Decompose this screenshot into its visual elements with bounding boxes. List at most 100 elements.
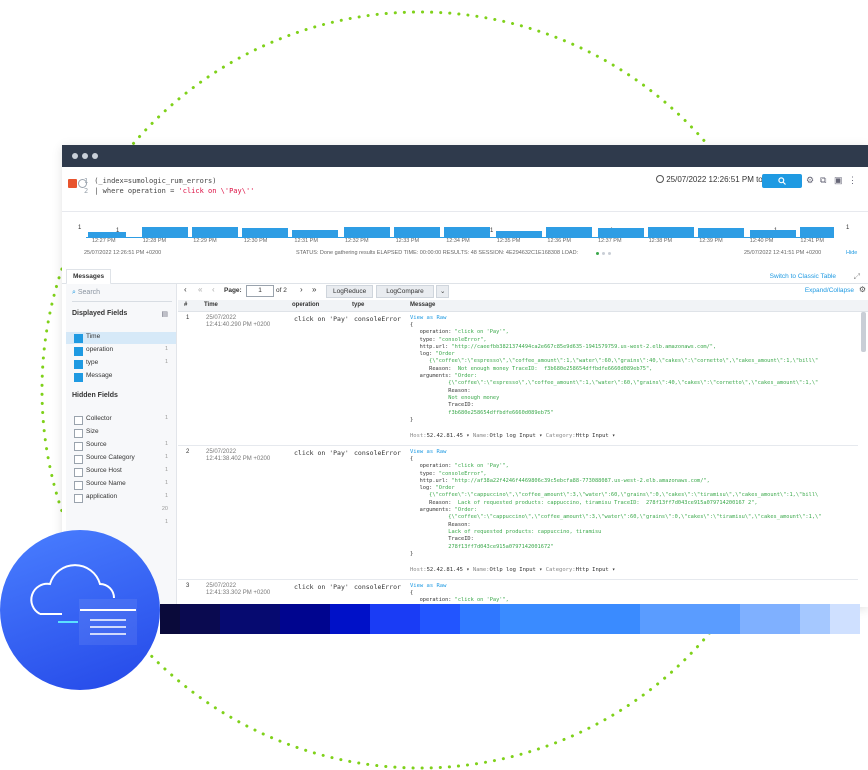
window-dot[interactable] [82, 153, 88, 159]
switch-classic-table-link[interactable]: Switch to Classic Table [770, 273, 836, 280]
row-type[interactable]: consoleError [354, 315, 401, 323]
next-page-icon[interactable]: › [300, 285, 303, 294]
gear-icon[interactable]: ⚙ [806, 176, 815, 185]
field-checkbox[interactable] [74, 373, 83, 382]
histogram-bar[interactable] [394, 227, 440, 237]
histogram-bar[interactable] [242, 228, 288, 237]
chevron-down-icon[interactable]: ⌄ [436, 285, 450, 298]
field-item[interactable]: Message [66, 371, 176, 383]
share-icon[interactable]: ⧉ [820, 176, 829, 185]
header-num[interactable]: # [184, 302, 187, 308]
field-checkbox[interactable] [74, 347, 83, 356]
field-label: Source Category [86, 454, 135, 461]
field-item[interactable]: Time [66, 332, 176, 344]
row-operation[interactable]: click on 'Pay' [294, 315, 349, 323]
header-type[interactable]: type [352, 302, 364, 308]
hide-histogram-link[interactable]: Hide [846, 250, 857, 256]
message-meta[interactable]: Host:52.42.81.45 ▾ Name:Otlp log Input ▾… [410, 433, 615, 439]
prev-page-icon[interactable]: ‹ [212, 285, 215, 294]
last-page-icon[interactable]: » [312, 285, 316, 294]
field-item[interactable]: type 1 [66, 358, 176, 370]
field-checkbox[interactable] [74, 468, 83, 477]
tab-bar: Messages Switch to Classic Table ⤢ [62, 269, 868, 285]
histogram-bar[interactable] [292, 230, 338, 237]
field-item[interactable]: Source 1 [66, 440, 176, 452]
field-item[interactable]: 20 [66, 505, 176, 517]
histogram-bar[interactable] [496, 231, 542, 237]
histogram-bar[interactable] [88, 232, 126, 237]
field-item[interactable]: Size [66, 427, 176, 439]
histogram-bar[interactable] [750, 230, 796, 237]
histogram-tick-label: 12:27 PM [92, 238, 116, 244]
more-icon[interactable]: ⋮ [848, 176, 857, 185]
gear-icon[interactable]: ⚙ [859, 285, 866, 294]
row-operation[interactable]: click on 'Pay' [294, 583, 349, 591]
histogram-bar[interactable] [192, 227, 238, 237]
row-type[interactable]: consoleError [354, 583, 401, 591]
search-button[interactable] [762, 174, 802, 188]
displayed-fields-title: Displayed Fields [72, 310, 128, 317]
histogram-bar[interactable] [344, 227, 390, 237]
expand-icon[interactable]: ⤢ [854, 272, 860, 282]
field-item[interactable]: Source Host 1 [66, 466, 176, 478]
time-range[interactable]: 25/07/2022 12:26:51 PM to ... [656, 175, 772, 184]
field-item[interactable]: application 1 [66, 492, 176, 504]
field-checkbox[interactable] [74, 494, 83, 503]
row-type[interactable]: consoleError [354, 449, 401, 457]
histogram-bar[interactable] [698, 228, 744, 237]
expand-collapse-link[interactable]: Expand/Collapse [805, 287, 854, 294]
window-dot[interactable] [92, 153, 98, 159]
table-row[interactable]: 3 25/07/2022 12:41:33.302 PM +0200 click on… [178, 580, 858, 607]
field-item[interactable]: Collector 1 [66, 414, 176, 426]
field-checkbox[interactable] [74, 360, 83, 369]
header-time[interactable]: Time [204, 302, 218, 308]
prev-icon[interactable]: ‹ [184, 285, 187, 294]
search-field[interactable]: ⌕ Search [72, 289, 172, 302]
histogram-y-label: 1 [78, 225, 82, 231]
tab-messages[interactable]: Messages [66, 269, 112, 285]
header-operation[interactable]: operation [292, 302, 319, 308]
histogram-bar[interactable] [648, 227, 694, 237]
field-checkbox[interactable] [74, 455, 83, 464]
table-row[interactable]: 1 25/07/2022 12:41:40.290 PM +0200 click on… [178, 312, 858, 446]
logreduce-button[interactable]: LogReduce [326, 285, 374, 298]
table-row[interactable]: 2 25/07/2022 12:41:38.402 PM +0200 click on… [178, 446, 858, 580]
view-as-raw-link[interactable]: View as Raw [410, 449, 446, 455]
field-item[interactable]: operation 1 [66, 345, 176, 357]
field-checkbox[interactable] [74, 481, 83, 490]
query-line-1[interactable]: 1 (_index=sumologic_rum_errors) [84, 177, 216, 185]
save-icon[interactable]: ▤ [161, 310, 168, 318]
row-operation[interactable]: click on 'Pay' [294, 449, 349, 457]
field-checkbox[interactable] [74, 334, 83, 343]
logcompare-button[interactable]: LogCompare [376, 285, 434, 298]
field-checkbox[interactable] [74, 416, 83, 425]
field-item[interactable]: 1 [66, 518, 176, 530]
histogram-bar[interactable] [142, 227, 188, 237]
field-checkbox[interactable] [74, 442, 83, 451]
field-item[interactable]: Source Category 1 [66, 453, 176, 465]
first-page-icon[interactable]: « [198, 285, 202, 294]
field-item[interactable]: Source Name 1 [66, 479, 176, 491]
histogram-bar[interactable] [800, 227, 834, 237]
message-body[interactable]: { operation: "click on 'Pay'", [410, 590, 509, 605]
message-meta[interactable]: Host:52.42.81.45 ▾ Name:Otlp log Input ▾… [410, 567, 615, 573]
histogram-bar[interactable] [598, 228, 644, 237]
view-as-raw-link[interactable]: View as Raw [410, 315, 446, 321]
query-line-2[interactable]: 2 | where operation = 'click on \'Pay\'' [84, 187, 254, 195]
message-line: TraceID: [410, 536, 474, 543]
message-body[interactable]: { operation: "click on 'Pay'", type: "co… [410, 322, 818, 424]
histogram-bar[interactable] [546, 227, 592, 237]
page-input[interactable]: 1 [246, 285, 274, 297]
field-checkbox[interactable] [74, 429, 83, 438]
message-line: } [410, 550, 414, 557]
save-icon[interactable]: ▣ [834, 176, 843, 185]
scrollbar[interactable] [861, 312, 866, 352]
band-segment [370, 604, 420, 634]
window-dot[interactable] [72, 153, 78, 159]
query-type-icon[interactable] [68, 179, 77, 188]
histogram-bar[interactable] [444, 227, 490, 237]
header-message[interactable]: Message [410, 302, 435, 308]
message-body[interactable]: { operation: "click on 'Pay'", type: "co… [410, 456, 821, 558]
view-as-raw-link[interactable]: View as Raw [410, 583, 446, 589]
messages-panel: ‹ « ‹ Page: 1 of 2 › » LogReduce LogComp… [178, 284, 868, 607]
